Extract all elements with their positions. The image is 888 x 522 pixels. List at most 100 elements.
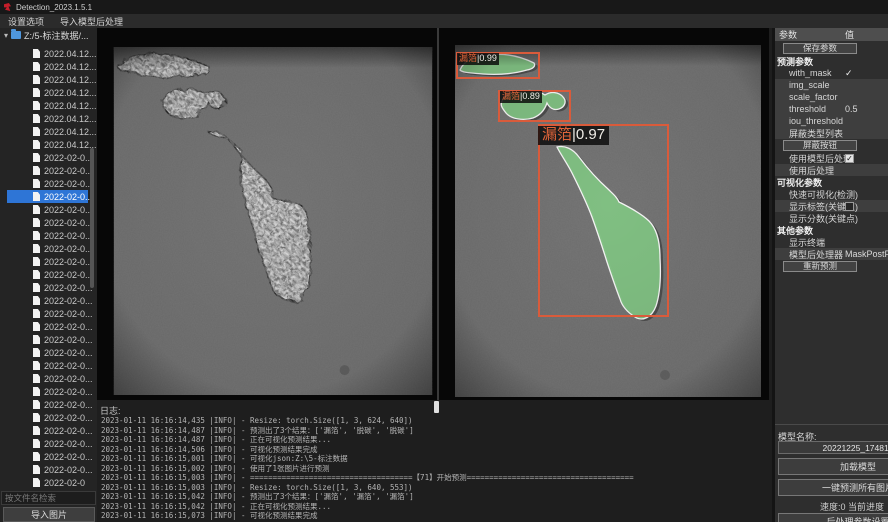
load-model-button[interactable]: 加载模型 [778,458,888,475]
tree-item[interactable]: 2022-02-0 [7,476,88,489]
import-images-button[interactable]: 导入图片 [3,507,95,522]
param-row[interactable]: 快速可视化(检测) [775,188,888,200]
tree-item[interactable]: 2022.04.12... [7,125,88,138]
file-tree-items: 2022.04.12...2022.04.12...2022.04.12...2… [0,47,97,489]
tree-item-label: 2022-02-0... [44,283,93,293]
menu-bar: 设置选项 导入模型后处理 [0,14,888,28]
tree-item[interactable]: 2022-02-0... [7,216,88,229]
tree-item[interactable]: 2022.04.12... [7,47,88,60]
tree-item[interactable]: 2022-02-0... [7,177,88,190]
tree-item-label: 2022-02-0... [44,335,93,345]
tree-item[interactable]: 2022-02-0... [7,437,88,450]
tree-root-label: Z:/5-标注数据/... [24,29,89,42]
tree-item[interactable]: 2022.04.12... [7,73,88,86]
tree-item[interactable]: 2022-02-0... [7,190,88,203]
log-output[interactable]: 2023-01-11 16:16:14,435 |INFO| - Resize:… [101,416,767,521]
postprocess-settings-button[interactable]: 后处理参数设置 [778,513,888,522]
file-icon [33,348,40,357]
save-params-button[interactable]: 保存参数 [783,43,857,54]
tree-item[interactable]: 2022-02-0... [7,411,88,424]
tree-item[interactable]: 2022-02-0... [7,294,88,307]
param-value: MaskPostPro [845,249,888,259]
tree-item[interactable]: 2022-02-0... [7,398,88,411]
tree-item[interactable]: 2022.04.12... [7,86,88,99]
param-row[interactable]: 模型后处理器MaskPostPro [775,248,888,260]
param-value: 0.5 [845,104,858,114]
params-header-value: 值 [845,28,854,41]
params-header-param: 参数 [775,28,845,41]
tree-item[interactable]: 2022-02-0... [7,164,88,177]
tree-item[interactable]: 2022-02-0... [7,242,88,255]
file-icon [33,400,40,409]
tree-item[interactable]: 2022-02-0... [7,333,88,346]
title-bar: Detection_2023.1.5.1 [0,0,888,14]
param-name: 使用后处理 [789,164,834,177]
tree-item-label: 2022-02-0... [44,270,93,280]
tree-item-label: 2022-02-0... [44,231,93,241]
tree-item-label: 2022-02-0... [44,179,93,189]
menu-import-postprocess[interactable]: 导入模型后处理 [60,15,123,28]
tree-item[interactable]: 2022-02-0... [7,372,88,385]
tree-item[interactable]: 2022-02-0... [7,359,88,372]
tree-item[interactable]: 2022-02-0... [7,307,88,320]
checkbox-checked[interactable]: ✓ [845,154,854,163]
file-icon [33,335,40,344]
tree-item[interactable]: 2022.04.12... [7,99,88,112]
tree-scrollbar[interactable] [90,148,94,288]
param-row[interactable]: scale_factor [775,91,888,103]
tree-item[interactable]: 2022-02-0... [7,346,88,359]
param-row[interactable]: threshold 0.5 [775,103,888,115]
param-row[interactable]: img_scale [775,79,888,91]
tree-item[interactable]: 2022-02-0... [7,268,88,281]
re-predict-button[interactable]: 重新预测 [783,261,857,272]
file-icon [33,296,40,305]
log-line: 2023-01-11 16:16:14,435 |INFO| - Resize:… [101,416,767,426]
tree-item[interactable]: 2022-02-0... [7,255,88,268]
param-row[interactable]: 屏蔽类型列表 [775,127,888,139]
file-icon [33,465,40,474]
tree-item[interactable]: 2022-02-0... [7,281,88,294]
tree-item[interactable]: 2022-02-0... [7,320,88,333]
param-row[interactable]: 显示标签(关键点) [775,200,888,212]
param-name: threshold [789,104,826,114]
file-icon [33,166,40,175]
tree-item[interactable]: 2022-02-0... [7,385,88,398]
search-input[interactable]: 按文件名检索 [1,491,96,505]
caret-down-icon[interactable]: ▾ [4,31,8,40]
param-row[interactable]: iou_threshold [775,115,888,127]
checkbox-empty[interactable] [845,202,854,211]
tree-item[interactable]: 2022.04.12... [7,112,88,125]
param-row[interactable]: 显示终端 [775,236,888,248]
original-image [113,47,433,395]
tree-item[interactable]: 2022.04.12... [7,138,88,151]
param-row[interactable]: with_mask✓ [775,67,888,79]
original-image-panel[interactable] [97,28,437,400]
tree-item[interactable]: 2022-02-0... [7,424,88,437]
splitter-handle[interactable] [434,401,439,413]
tree-item[interactable]: 2022.04.12... [7,60,88,73]
panel-separator [775,424,888,425]
predict-all-button[interactable]: 一键预测所有图片 [778,479,888,496]
param-row[interactable]: 使用后处理 [775,164,888,176]
params-panel: 参数 值 保存参数预测参数with_mask✓img_scalescale_fa… [775,28,888,522]
tree-item[interactable]: 2022-02-0... [7,463,88,476]
param-row[interactable]: 显示分数(关键点) [775,212,888,224]
file-icon [33,452,40,461]
log-line: 2023-01-11 16:16:15,003 |INFO| - Resize:… [101,483,767,493]
file-icon [33,218,40,227]
file-icon [33,283,40,292]
file-icon [33,413,40,422]
tree-item[interactable]: 2022-02-0... [7,229,88,242]
tree-item[interactable]: 2022-02-0... [7,450,88,463]
menu-settings[interactable]: 设置选项 [8,15,44,28]
tree-item[interactable]: 2022-02-0... [7,203,88,216]
tree-item-label: 2022-02-0... [44,309,93,319]
search-placeholder: 按文件名检索 [5,492,56,504]
param-row[interactable]: 使用模型后处理✓ [775,152,888,164]
block-button[interactable]: 屏蔽按钮 [783,140,857,151]
tree-root-folder[interactable]: ▾ Z:/5-标注数据/... [0,28,97,42]
model-name-field[interactable]: 20221225_174813 [778,441,888,454]
log-line: 2023-01-11 16:16:14,506 |INFO| - 可视化预测结果… [101,445,767,455]
tree-item-label: 2022-02-0... [44,244,93,254]
tree-item[interactable]: 2022-02-0... [7,151,88,164]
